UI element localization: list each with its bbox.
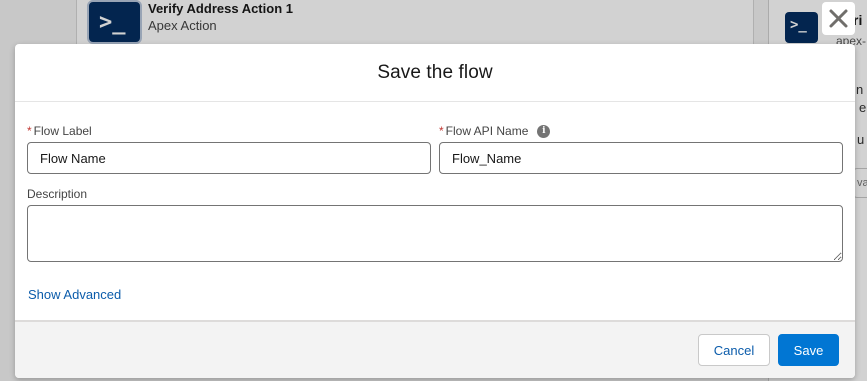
flow-api-name-label: * Flow API Name	[439, 124, 843, 138]
flow-api-name-input[interactable]	[439, 142, 843, 174]
modal-title: Save the flow	[377, 61, 493, 83]
close-button[interactable]	[822, 2, 855, 35]
required-marker: *	[439, 124, 444, 138]
flow-api-name-text: Flow API Name	[445, 124, 529, 138]
cancel-button[interactable]: Cancel	[698, 334, 770, 366]
modal-footer: Cancel Save	[15, 320, 855, 378]
flow-label-field: * Flow Label	[27, 124, 431, 174]
description-label: Description	[27, 187, 88, 201]
info-icon[interactable]	[537, 124, 551, 138]
show-advanced-link[interactable]: Show Advanced	[28, 287, 121, 302]
flow-label-label: * Flow Label	[27, 124, 431, 138]
description-textarea[interactable]	[27, 205, 843, 262]
close-icon	[829, 9, 848, 28]
flow-label-text: Flow Label	[33, 124, 92, 138]
modal-body: * Flow Label * Flow API Name Description…	[15, 102, 855, 320]
modal-header: Save the flow	[15, 44, 855, 102]
flow-api-name-field: * Flow API Name	[439, 124, 843, 174]
save-flow-modal: Save the flow * Flow Label * Flow API Na…	[15, 44, 855, 378]
flow-label-input[interactable]	[27, 142, 431, 174]
description-field: Description	[27, 187, 843, 262]
required-marker: *	[27, 124, 32, 138]
save-button[interactable]: Save	[778, 334, 839, 366]
